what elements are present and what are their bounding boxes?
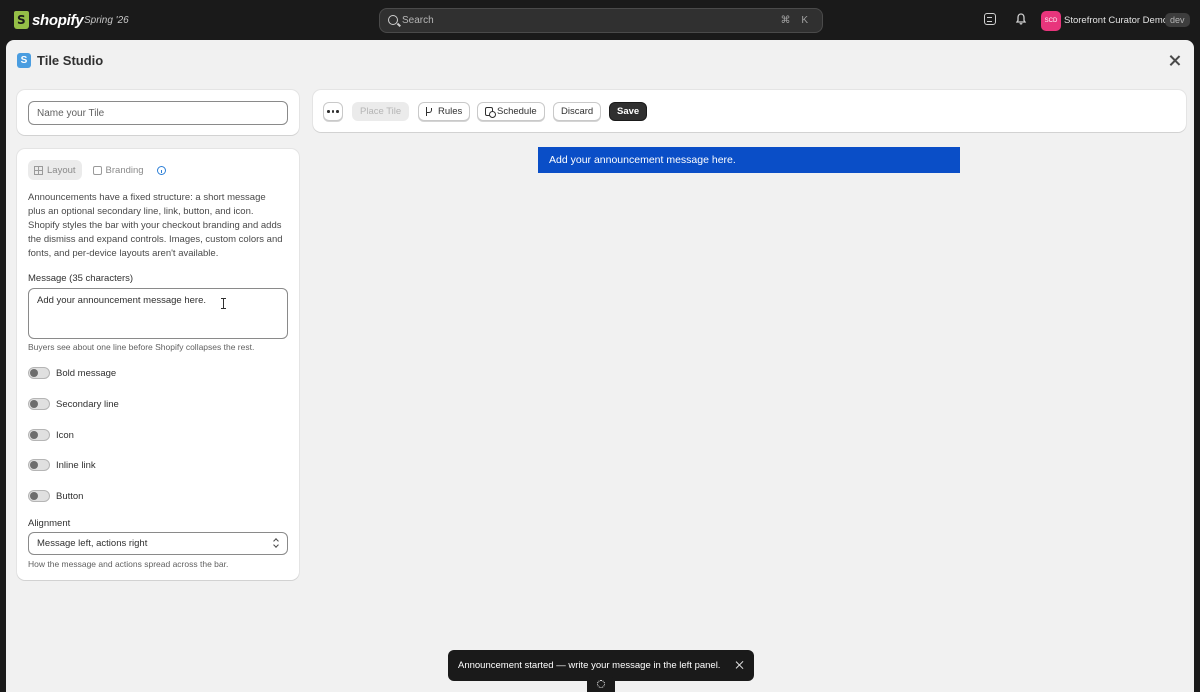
modal-title: Tile Studio <box>37 53 104 68</box>
branch-icon <box>426 107 434 116</box>
toggle-inline-link[interactable]: Inline link <box>28 459 96 471</box>
tab-branding-label: Branding <box>105 164 144 176</box>
modal-header: S Tile Studio <box>6 40 1194 82</box>
announcement-description: Announcements have a fixed structure: a … <box>28 192 283 259</box>
save-button[interactable]: Save <box>609 102 648 121</box>
discard-button[interactable]: Discard <box>553 102 602 121</box>
spinner-icon <box>597 680 605 688</box>
toggle-switch[interactable] <box>28 429 50 441</box>
place-tile-button[interactable]: Place Tile <box>352 102 410 121</box>
more-actions-button[interactable] <box>323 102 343 121</box>
settings-panel: Layout Branding Announcements have a fix… <box>17 149 299 580</box>
tile-name-card <box>17 90 299 135</box>
tab-layout[interactable]: Layout <box>28 160 82 180</box>
tab-branding[interactable]: Branding <box>87 160 150 180</box>
loading-indicator <box>587 677 615 692</box>
schedule-label: Schedule <box>497 106 537 117</box>
rules-button[interactable]: Rules <box>418 102 471 121</box>
toggle-secondary-line[interactable]: Secondary line <box>28 398 119 410</box>
toggle-label: Bold message <box>56 367 117 379</box>
shopify-bag-icon <box>14 11 29 29</box>
search-shortcut: ⌘ K <box>780 15 812 26</box>
toggle-switch[interactable] <box>28 490 50 502</box>
text-cursor-icon <box>221 298 228 309</box>
search-placeholder: Search <box>402 15 434 26</box>
alignment-value: Message left, actions right <box>37 538 148 549</box>
toggle-label: Inline link <box>56 459 96 471</box>
shopify-logo[interactable]: shopify <box>14 11 84 29</box>
schedule-button[interactable]: Schedule <box>477 102 545 121</box>
rules-label: Rules <box>438 106 463 117</box>
global-search[interactable]: Search ⌘ K <box>379 8 823 33</box>
toggle-switch[interactable] <box>28 459 50 471</box>
toggle-bold-message[interactable]: Bold message <box>28 367 116 379</box>
select-chevron-icon <box>273 538 279 549</box>
brand-name: shopify <box>32 11 84 29</box>
sidekick-icon[interactable] <box>984 13 996 25</box>
toggle-switch[interactable] <box>28 367 50 379</box>
tile-studio-app-icon: S <box>17 53 31 68</box>
toggle-label: Icon <box>56 429 74 441</box>
env-badge: dev <box>1165 13 1190 27</box>
alignment-help-text: How the message and actions spread acros… <box>28 559 229 569</box>
toast-message: Announcement started — write your messag… <box>458 660 721 671</box>
ellipsis-icon <box>326 110 340 113</box>
tile-studio-modal: S Tile Studio Layout Branding Announceme… <box>6 40 1194 692</box>
announcement-preview-bar[interactable]: Add your announcement message here. <box>538 147 960 173</box>
admin-topbar: shopify Spring '26 Search ⌘ K SCD Storef… <box>0 0 1200 40</box>
bell-icon[interactable] <box>1015 13 1027 25</box>
message-textarea[interactable]: Add your announcement message here. <box>28 288 288 339</box>
search-icon <box>388 15 398 25</box>
store-name[interactable]: Storefront Curator Demo <box>1064 15 1168 26</box>
message-label: Message (35 characters) <box>28 273 134 284</box>
toggle-icon[interactable]: Icon <box>28 429 74 441</box>
close-icon[interactable] <box>1169 55 1181 67</box>
toggle-label: Secondary line <box>56 398 119 410</box>
paint-brush-icon <box>92 165 102 175</box>
alignment-select[interactable]: Message left, actions right <box>28 532 288 555</box>
tab-layout-label: Layout <box>47 164 76 176</box>
message-help-text: Buyers see about one line before Shopify… <box>28 342 255 352</box>
toggle-label: Button <box>56 490 84 502</box>
store-avatar[interactable]: SCD <box>1041 11 1061 31</box>
tile-toolbar: Place Tile Rules Schedule Discard Save <box>313 90 1186 132</box>
info-icon[interactable] <box>156 165 166 175</box>
toggle-button[interactable]: Button <box>28 490 83 502</box>
toggle-switch[interactable] <box>28 398 50 410</box>
panel-tabs: Layout Branding <box>28 160 166 180</box>
toast-close-icon[interactable] <box>736 661 744 669</box>
alignment-label: Alignment <box>28 518 71 529</box>
layout-grid-icon <box>34 165 43 175</box>
tile-name-input[interactable] <box>28 101 288 125</box>
edition-label: Spring '26 <box>84 15 129 26</box>
calendar-clock-icon <box>485 107 496 118</box>
